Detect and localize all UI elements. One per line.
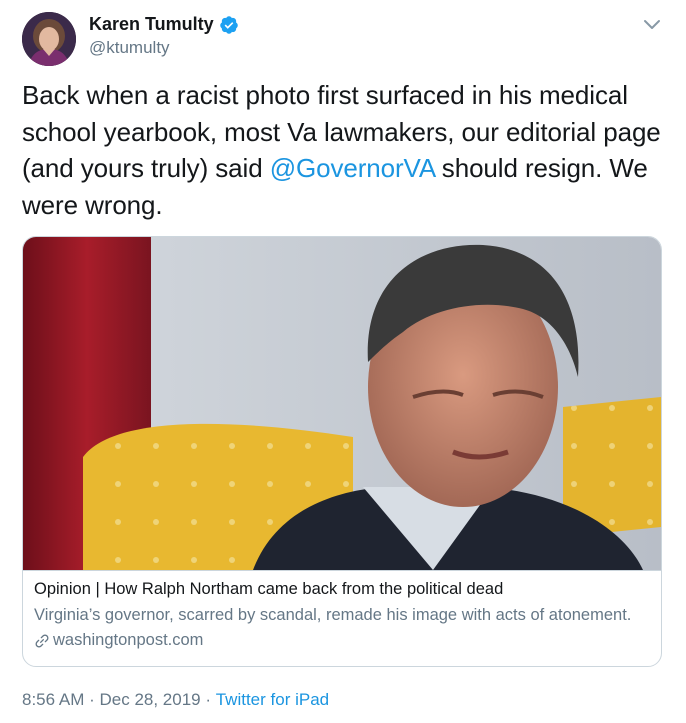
author-name-row[interactable]: Karen Tumulty bbox=[89, 14, 239, 35]
link-card[interactable]: Opinion | How Ralph Northam came back fr… bbox=[22, 236, 662, 667]
chevron-down-icon[interactable] bbox=[640, 12, 664, 36]
tweet-date[interactable]: Dec 28, 2019 bbox=[99, 690, 200, 710]
author-handle[interactable]: @ktumulty bbox=[89, 38, 170, 58]
card-domain: washingtonpost.com bbox=[53, 631, 204, 649]
tweet-source-link[interactable]: Twitter for iPad bbox=[216, 690, 329, 710]
tweet-text: Back when a racist photo first surfaced … bbox=[22, 77, 667, 223]
avatar-photo bbox=[22, 12, 76, 66]
card-title[interactable]: Opinion | How Ralph Northam came back fr… bbox=[34, 580, 503, 599]
avatar[interactable] bbox=[22, 12, 76, 66]
verified-badge-icon bbox=[219, 15, 238, 34]
card-photo bbox=[23, 237, 661, 570]
footer-separator-2: · bbox=[200, 690, 216, 709]
tweet-footer: 8:56 AM · Dec 28, 2019 · Twitter for iPa… bbox=[22, 690, 329, 710]
card-image[interactable] bbox=[23, 237, 661, 570]
footer-separator: · bbox=[84, 690, 100, 709]
card-description: Virginia’s governor, scarred by scandal,… bbox=[34, 606, 632, 624]
tweet: Karen Tumulty @ktumulty Back when a raci… bbox=[0, 0, 686, 723]
card-domain-row: washingtonpost.com bbox=[34, 631, 203, 650]
mention-link[interactable]: @GovernorVA bbox=[270, 153, 435, 183]
author-display-name[interactable]: Karen Tumulty bbox=[89, 14, 214, 35]
card-meta[interactable]: Opinion | How Ralph Northam came back fr… bbox=[23, 570, 661, 666]
link-icon bbox=[35, 634, 49, 647]
tweet-time[interactable]: 8:56 AM bbox=[22, 690, 84, 710]
